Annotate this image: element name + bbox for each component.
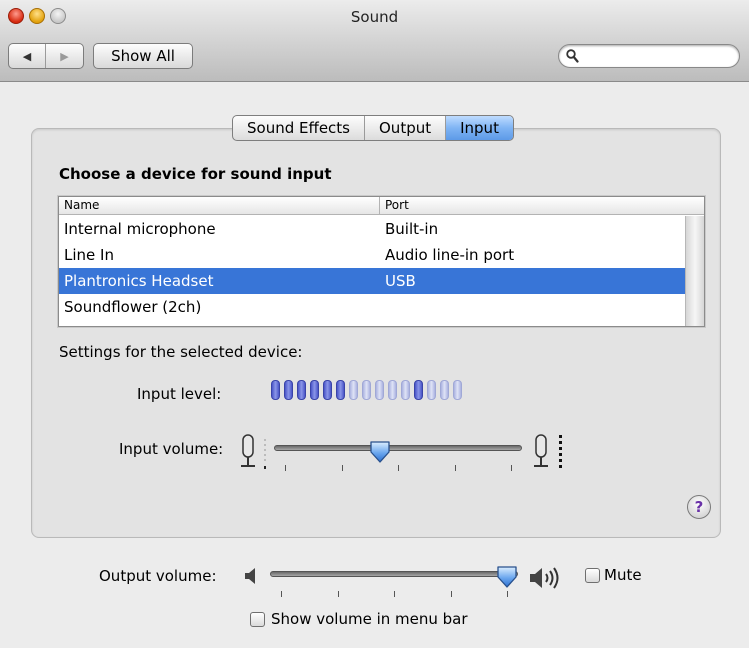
level-segment <box>336 380 345 400</box>
output-volume-label: Output volume: <box>99 567 217 585</box>
input-volume-slider-track[interactable] <box>274 445 522 451</box>
row-device-port: USB <box>385 272 416 290</box>
search-icon <box>566 49 579 63</box>
input-volume-label: Input volume: <box>119 440 224 458</box>
input-level-meter <box>271 380 462 402</box>
forward-button[interactable]: ▶ <box>46 44 83 68</box>
input-volume-slider-knob[interactable] <box>369 440 391 464</box>
column-header-port[interactable]: Port <box>385 198 409 212</box>
slider-tick <box>337 591 339 597</box>
speaker-low-icon <box>245 568 255 584</box>
table-header: Name Port <box>59 197 704 215</box>
row-device-name: Plantronics Headset <box>64 272 214 290</box>
show-volume-checkbox[interactable] <box>250 612 265 627</box>
slider-tick <box>341 465 343 471</box>
microphone-high-icon <box>534 434 562 468</box>
table-rows: Internal microphone Built-in Line In Aud… <box>59 216 685 320</box>
level-segment <box>271 380 280 400</box>
row-device-name: Internal microphone <box>64 220 216 238</box>
level-segment <box>323 380 332 400</box>
slider-tick <box>511 465 512 471</box>
pane-box <box>31 128 721 538</box>
show-all-button[interactable]: Show All <box>93 43 193 69</box>
tab-bar: Sound Effects Output Input <box>232 115 514 141</box>
column-divider <box>379 197 380 215</box>
help-button[interactable]: ? <box>687 495 711 519</box>
level-segment <box>297 380 306 400</box>
show-volume-label[interactable]: Show volume in menu bar <box>271 610 468 628</box>
search-input[interactable] <box>583 47 733 65</box>
nav-button-group: ◀ ▶ <box>8 43 84 69</box>
window-title: Sound <box>350 8 399 26</box>
level-segment <box>453 380 462 400</box>
row-device-port: Built-in <box>385 220 439 238</box>
forward-arrow-icon: ▶ <box>60 49 69 63</box>
level-segment <box>414 380 423 400</box>
row-device-name: Line In <box>64 246 114 264</box>
speaker-high-icon <box>530 567 559 589</box>
output-volume-slider-knob[interactable] <box>496 565 518 589</box>
tab-output[interactable]: Output <box>365 116 447 140</box>
level-segment <box>401 380 410 400</box>
table-row[interactable]: Soundflower (2ch) <box>59 294 685 320</box>
level-segment <box>440 380 449 400</box>
table-row[interactable]: Internal microphone Built-in <box>59 216 685 242</box>
level-segment <box>388 380 397 400</box>
table-scrollbar[interactable] <box>685 216 704 326</box>
row-device-port: Audio line-in port <box>385 246 515 264</box>
column-header-name[interactable]: Name <box>64 198 99 212</box>
tab-input[interactable]: Input <box>446 116 513 140</box>
level-segment <box>427 380 436 400</box>
slider-tick <box>281 591 282 597</box>
window-titlebar: Sound ◀ ▶ Show All <box>0 0 749 82</box>
input-level-label: Input level: <box>137 385 222 403</box>
level-segment <box>375 380 384 400</box>
slider-tick <box>450 591 452 597</box>
slider-tick <box>507 591 508 597</box>
slider-tick <box>398 465 399 471</box>
slider-tick <box>454 465 456 471</box>
slider-tick <box>394 591 395 597</box>
search-field[interactable] <box>558 44 740 68</box>
choose-device-heading: Choose a device for sound input <box>59 165 332 183</box>
table-row[interactable]: Line In Audio line-in port <box>59 242 685 268</box>
level-segment <box>310 380 319 400</box>
device-table[interactable]: Name Port Internal microphone Built-in L… <box>58 196 705 327</box>
settings-label: Settings for the selected device: <box>59 343 303 361</box>
back-arrow-icon: ◀ <box>22 49 32 63</box>
back-button[interactable]: ◀ <box>9 44 46 68</box>
output-volume-slider-track[interactable] <box>270 571 518 577</box>
slider-tick <box>285 465 286 471</box>
tab-sound-effects[interactable]: Sound Effects <box>233 116 365 140</box>
table-row-selected[interactable]: Plantronics Headset USB <box>59 268 685 294</box>
level-segment <box>284 380 293 400</box>
level-segment <box>362 380 371 400</box>
row-device-name: Soundflower (2ch) <box>64 298 202 316</box>
microphone-low-icon <box>241 434 266 469</box>
mute-label[interactable]: Mute <box>604 566 642 584</box>
level-segment <box>349 380 358 400</box>
mute-checkbox[interactable] <box>585 568 600 583</box>
